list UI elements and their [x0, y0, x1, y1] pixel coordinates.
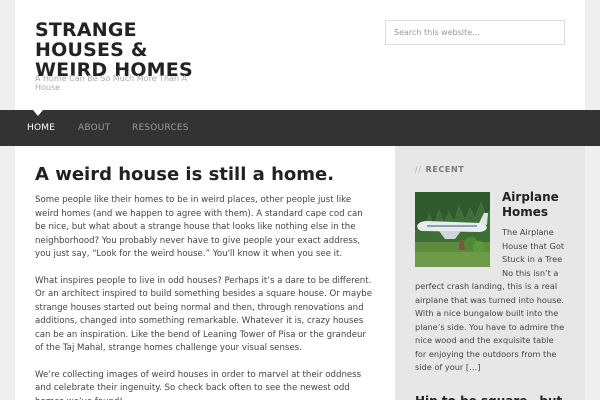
sidebar: //RECENT Airplane Homes The Airplane Hou… [395, 146, 585, 400]
airplane-house-thumbnail[interactable] [415, 192, 490, 267]
site-title[interactable]: STRANGE HOUSES & WEIRD HOMES [35, 20, 195, 80]
search-input[interactable]: Search this website… [385, 20, 565, 45]
airplane-house-image [415, 192, 490, 267]
main-content: A weird house is still a home. Some peop… [15, 146, 395, 400]
primary-nav: HOME ABOUT RESOURCES [0, 110, 600, 146]
entry-paragraph: What inspires people to live in odd hous… [35, 275, 372, 354]
site-header: STRANGE HOUSES & WEIRD HOMES A Home Can … [15, 0, 585, 110]
entry-paragraph: We’re collecting images of weird houses … [35, 369, 362, 400]
recent-post-title[interactable]: Hip to be square…but [415, 375, 565, 400]
nav-item-resources[interactable]: RESOURCES [132, 123, 189, 133]
widget-title-slashes: // [415, 165, 422, 174]
widget-title-text: RECENT [425, 165, 465, 174]
recent-widget-title: //RECENT [415, 165, 565, 174]
entry-paragraph: Some people like their homes to be in we… [35, 195, 363, 259]
entry-title[interactable]: A weird house is still a home. [35, 164, 375, 186]
nav-item-about[interactable]: ABOUT [78, 123, 110, 133]
nav-item-home[interactable]: HOME [27, 123, 55, 133]
active-nav-pointer [33, 110, 43, 116]
site-tagline: A Home Can Be So Much More Than A House [35, 74, 188, 92]
